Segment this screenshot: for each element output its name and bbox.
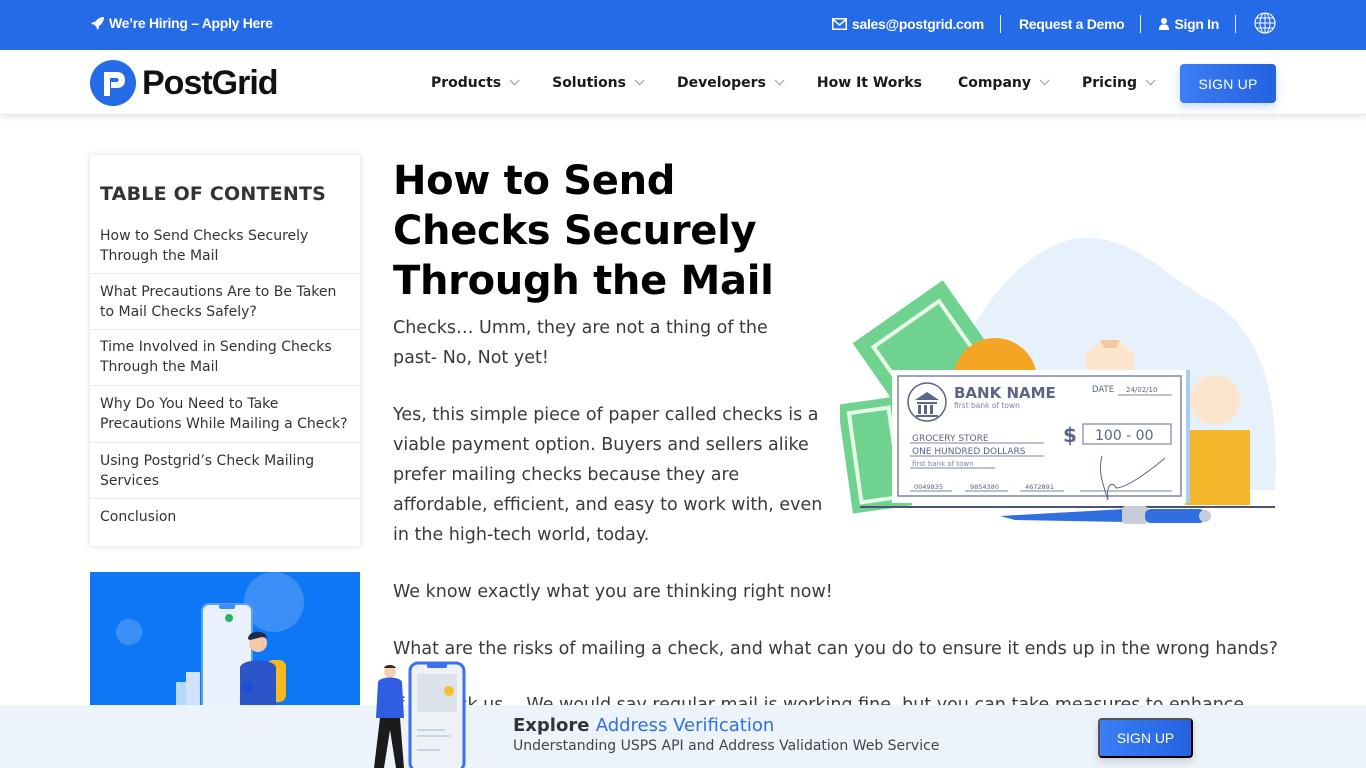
bottom-promo-banner: Explore Address Verification Understandi…	[0, 705, 1366, 768]
toc-item[interactable]: Using Postgrid’s Check Mailing Services	[90, 443, 360, 499]
globe-icon	[1254, 11, 1276, 34]
money-bag-icon	[1190, 375, 1240, 425]
nav-item-products[interactable]: Products	[431, 74, 520, 91]
toc-item[interactable]: Time Involved in Sending Checks Through …	[90, 330, 360, 386]
sign-in-label: Sign In	[1174, 16, 1219, 32]
postgrid-logo-icon	[90, 60, 136, 106]
article-paragraph: Checks… Umm, they are not a thing of the…	[393, 318, 768, 368]
main-nav: PostGrid Products Solutions Developers H…	[0, 50, 1366, 115]
check-number: 4672891	[1025, 483, 1054, 491]
chevron-down-icon	[774, 75, 785, 86]
nav-menu: Products Solutions Developers How It Wor…	[431, 50, 1188, 115]
check-date-value: 24/02/10	[1126, 386, 1157, 394]
nav-label: How It Works	[816, 74, 922, 91]
check-date-label: DATE	[1092, 385, 1114, 395]
envelope-icon	[831, 18, 847, 30]
top-bar: We’re Hiring – Apply Here sales@postgrid…	[0, 0, 1366, 50]
check-number: 0049835	[914, 483, 943, 491]
banner-highlight: Address Verification	[595, 715, 775, 736]
sign-in-link[interactable]: Sign In	[1159, 16, 1219, 32]
nav-label: Company	[957, 74, 1031, 91]
pen-icon	[1000, 506, 1211, 524]
article-title: How to Send Checks Securely Through the …	[393, 158, 774, 304]
banner-signup-button[interactable]: SIGN UP	[1098, 718, 1193, 758]
toc-heading: TABLE OF CONTENTS	[100, 183, 327, 205]
toc-item[interactable]: What Precautions Are to Be Taken to Mail…	[90, 274, 360, 330]
toc-item[interactable]: Why Do You Need to Take Precautions Whil…	[90, 386, 360, 443]
banner-title[interactable]: Explore Address Verification	[513, 715, 774, 736]
check-currency: $	[1063, 423, 1077, 447]
article-paragraph: Yes, this simple piece of paper called c…	[393, 405, 823, 545]
banner-subtitle: Understanding USPS API and Address Valid…	[513, 738, 940, 754]
check-bank-name: BANK NAME	[954, 384, 1056, 402]
hiring-label: We’re Hiring – Apply Here	[109, 15, 273, 31]
request-demo-link[interactable]: Request a Demo	[1019, 16, 1125, 32]
nav-item-how-it-works[interactable]: How It Works	[817, 75, 922, 91]
banner-phone-illustration	[370, 660, 470, 768]
rocket-icon	[91, 17, 104, 30]
sidebar-promo-image[interactable]	[90, 572, 360, 712]
check-memo: first bank of town	[912, 460, 974, 468]
chevron-down-icon	[634, 75, 645, 86]
table-of-contents: TABLE OF CONTENTS How to Send Checks Sec…	[90, 155, 360, 546]
divider	[999, 15, 1001, 33]
check-illustration: BANK NAME first bank of town DATE 24/02/…	[837, 230, 1280, 530]
divider	[1235, 15, 1236, 33]
check-amount: 100 - 00	[1095, 428, 1154, 444]
nav-item-pricing[interactable]: Pricing	[1082, 74, 1156, 91]
chevron-down-icon	[1145, 75, 1156, 86]
toc-item[interactable]: How to Send Checks Securely Through the …	[90, 226, 360, 274]
chevron-down-icon	[509, 75, 520, 86]
coin-stack-icon	[1185, 430, 1250, 505]
chevron-down-icon	[1039, 75, 1050, 86]
banner-explore: Explore	[513, 715, 590, 736]
article-paragraph: We know exactly what you are thinking ri…	[393, 582, 833, 602]
toc-item[interactable]: Conclusion	[90, 499, 360, 528]
nav-label: Products	[431, 74, 502, 91]
check-bank-sub: first bank of town	[954, 401, 1020, 410]
check-number: 9854380	[970, 483, 999, 491]
nav-item-developers[interactable]: Developers	[677, 74, 785, 91]
user-icon	[1159, 18, 1170, 30]
nav-item-solutions[interactable]: Solutions	[552, 74, 645, 91]
email-text: sales@postgrid.com	[851, 16, 984, 32]
article-paragraph: What are the risks of mailing a check, a…	[393, 639, 1278, 659]
nav-signup-button[interactable]: SIGN UP	[1180, 64, 1276, 103]
language-button[interactable]	[1254, 11, 1276, 37]
nav-item-company[interactable]: Company	[957, 74, 1050, 91]
nav-label: Pricing	[1082, 74, 1138, 91]
logo[interactable]: PostGrid	[90, 60, 279, 106]
brand-name: PostGrid	[142, 63, 279, 102]
nav-label: Developers	[677, 74, 766, 91]
nav-label: Solutions	[552, 74, 626, 91]
email-link[interactable]: sales@postgrid.com	[831, 16, 984, 32]
divider	[1140, 15, 1142, 33]
hiring-link[interactable]: We’re Hiring – Apply Here	[91, 15, 273, 31]
